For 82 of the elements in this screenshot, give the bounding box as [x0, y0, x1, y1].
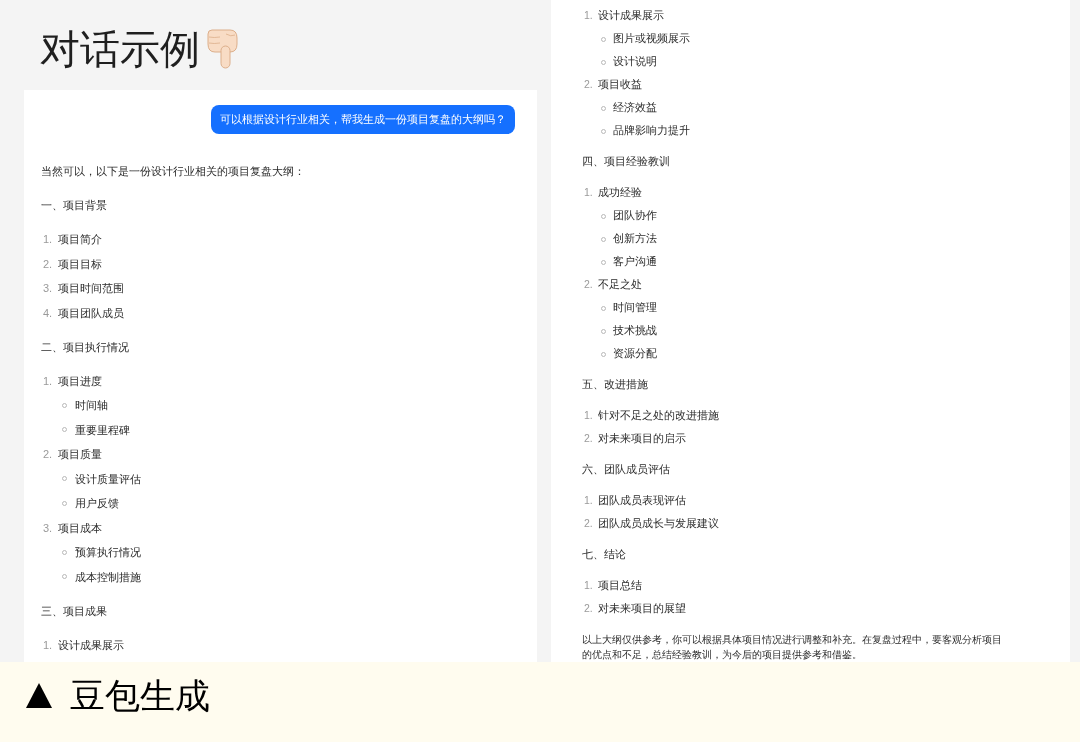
- list-number: 2.: [584, 516, 594, 532]
- list-number: 2.: [584, 77, 594, 93]
- list-number: 1.: [43, 373, 54, 389]
- user-message-bubble: 可以根据设计行业相关，帮我生成一份项目复盘的大纲吗？: [211, 105, 515, 134]
- list-number: 3.: [43, 520, 54, 536]
- list-item-text: 不足之处: [598, 277, 642, 293]
- reply-intro-text: 当然可以，以下是一份设计行业相关的项目复盘大纲：: [41, 164, 305, 179]
- bullet-icon: [601, 236, 606, 242]
- list-item-text: 设计成果展示: [598, 8, 664, 24]
- list-item-text: 成功经验: [598, 185, 642, 201]
- list-number: 3.: [43, 281, 54, 296]
- pointing-down-hand-icon: [206, 29, 238, 69]
- list-item-text: 技术挑战: [613, 323, 657, 339]
- section-heading: 一、项目背景: [41, 198, 107, 213]
- list-item-text: 针对不足之处的改进措施: [598, 408, 719, 424]
- caption-text: 豆包生成: [70, 676, 210, 714]
- list-item-text: 设计质量评估: [75, 471, 141, 487]
- list-number: 4.: [43, 305, 54, 321]
- bullet-icon: [601, 305, 606, 311]
- section-heading: 二、项目执行情况: [41, 339, 129, 355]
- list-number: 2.: [43, 447, 54, 462]
- bullet-icon: [601, 259, 606, 265]
- bullet-icon: [601, 328, 606, 334]
- section-heading: 六、团队成员评估: [582, 462, 670, 478]
- bullet-icon: [601, 59, 606, 65]
- list-number: 2.: [584, 277, 594, 293]
- section-heading: 五、改进措施: [582, 377, 648, 393]
- page-title: 对话示例: [40, 29, 200, 69]
- list-number: 1.: [584, 493, 594, 509]
- list-item-text: 项目进度: [58, 373, 102, 389]
- list-item-text: 项目目标: [58, 256, 102, 272]
- list-item-text: 项目总结: [598, 578, 642, 594]
- bullet-icon: [601, 36, 606, 42]
- bullet-icon: [62, 500, 67, 506]
- bullet-icon: [62, 427, 67, 433]
- list-item-text: 项目团队成员: [58, 305, 124, 321]
- bullet-icon: [62, 574, 67, 580]
- list-number: 1.: [584, 408, 594, 424]
- list-number: 1.: [43, 232, 54, 247]
- list-item-text: 经济效益: [613, 100, 657, 116]
- list-number: 2.: [584, 601, 594, 617]
- list-number: 2.: [43, 256, 54, 272]
- section-heading: 四、项目经验教训: [582, 154, 670, 170]
- bullet-icon: [601, 213, 606, 219]
- list-number: 1.: [584, 578, 594, 594]
- list-number: 2.: [584, 431, 594, 447]
- bullet-icon: [62, 476, 67, 482]
- list-item-text: 设计成果展示: [58, 637, 124, 653]
- bullet-icon: [62, 549, 67, 555]
- bullet-icon: [601, 128, 606, 134]
- closing-note-text: 以上大纲仅供参考，你可以根据具体项目情况进行调整和补充。在复盘过程中，要客观分析项目的优点和不足，总结经验教训，为今后的项目提供参考和借鉴。: [582, 632, 1003, 662]
- section-heading: 三、项目成果: [41, 603, 107, 619]
- list-item-text: 项目时间范围: [58, 281, 124, 296]
- list-item-text: 团队成员表现评估: [598, 493, 686, 509]
- list-item-text: 资源分配: [613, 346, 657, 362]
- triangle-icon: [26, 682, 52, 708]
- list-item-text: 图片或视频展示: [613, 31, 690, 47]
- list-item-text: 项目成本: [58, 520, 102, 536]
- list-item-text: 团队协作: [613, 208, 657, 224]
- list-number: 1.: [584, 8, 594, 24]
- list-item-text: 对未来项目的展望: [598, 601, 686, 617]
- list-item-text: 成本控制措施: [75, 569, 141, 585]
- list-item-text: 客户沟通: [613, 254, 657, 270]
- section-heading: 七、结论: [582, 547, 626, 563]
- list-item-text: 用户反馈: [75, 496, 119, 511]
- list-item-text: 重要里程碑: [75, 422, 130, 438]
- list-item-text: 创新方法: [613, 231, 657, 247]
- list-item-text: 设计说明: [613, 54, 657, 70]
- list-item-text: 时间轴: [75, 398, 108, 413]
- list-item-text: 团队成员成长与发展建议: [598, 516, 719, 532]
- list-item-text: 项目质量: [58, 447, 102, 462]
- list-item-text: 项目简介: [58, 232, 102, 247]
- bullet-icon: [62, 402, 67, 408]
- list-item-text: 预算执行情况: [75, 545, 141, 560]
- bullet-icon: [601, 105, 606, 111]
- list-item-text: 时间管理: [613, 300, 657, 316]
- list-item-text: 品牌影响力提升: [613, 123, 690, 139]
- list-item-text: 项目收益: [598, 77, 642, 93]
- list-item-text: 对未来项目的启示: [598, 431, 686, 447]
- bullet-icon: [601, 351, 606, 357]
- list-number: 1.: [584, 185, 594, 201]
- list-number: 1.: [43, 637, 54, 653]
